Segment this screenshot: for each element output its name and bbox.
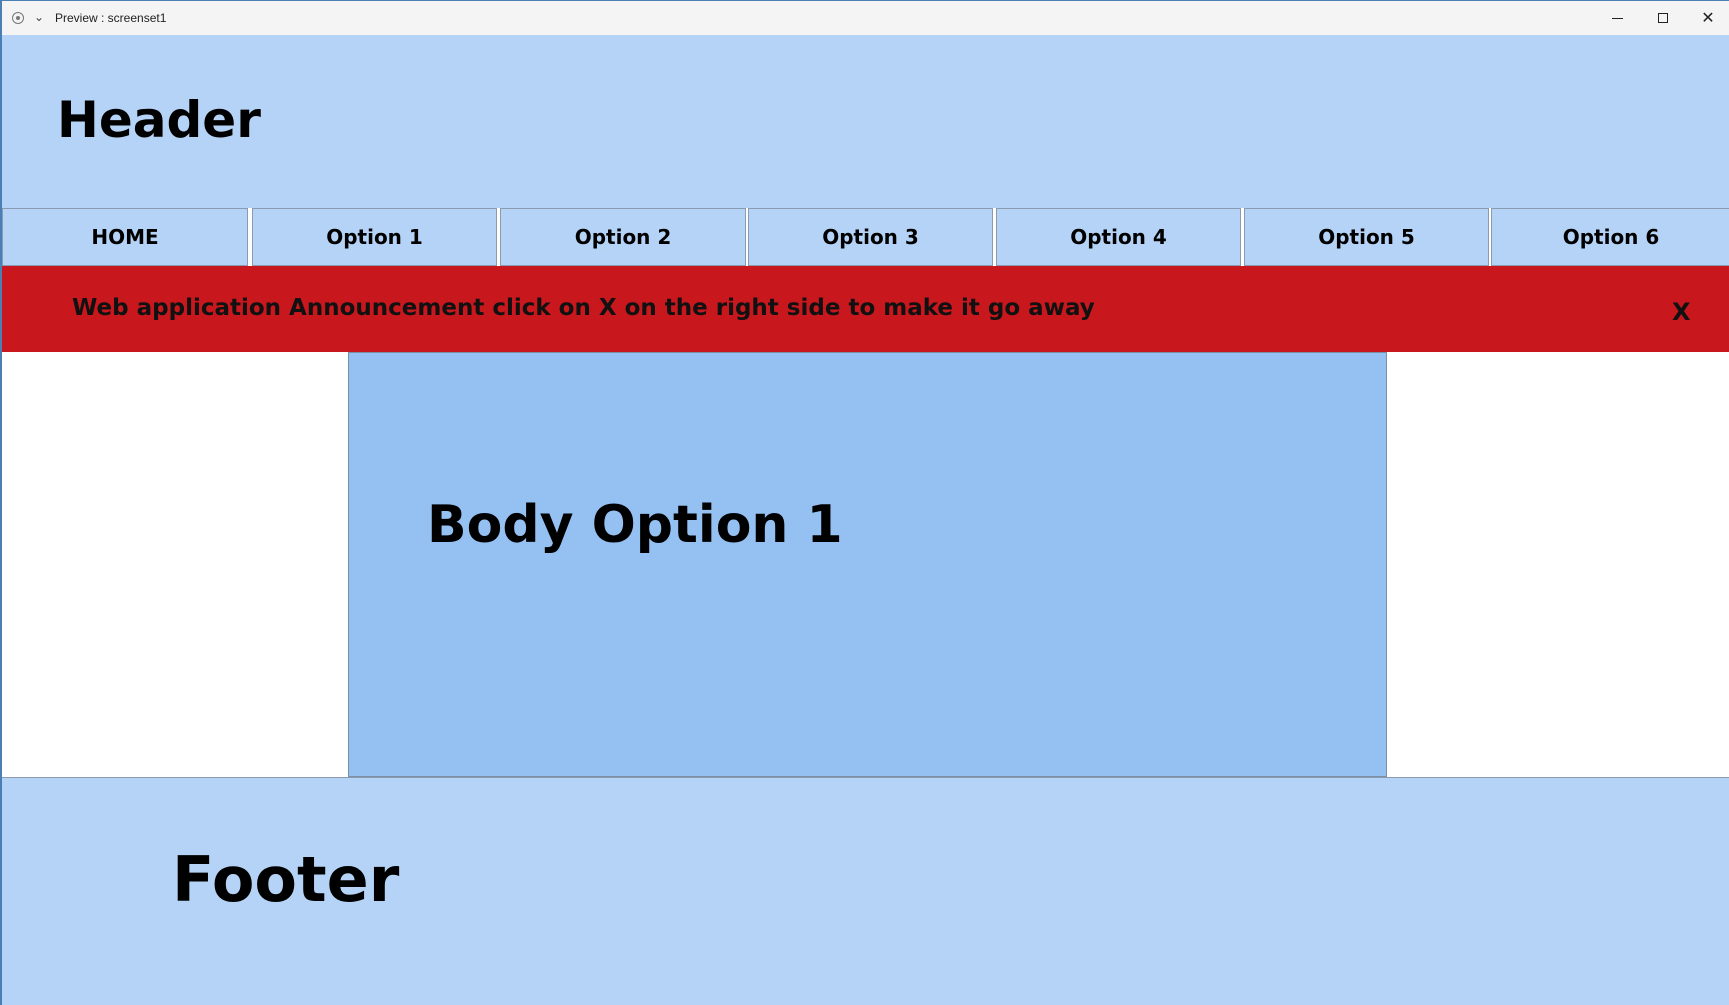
close-window-button[interactable]: ✕ — [1685, 1, 1729, 35]
record-icon[interactable] — [12, 12, 24, 24]
window-title: Preview : screenset1 — [55, 11, 167, 25]
body-panel: Body Option 1 — [348, 352, 1387, 777]
app-window: ⌄ Preview : screenset1 ✕ Header HOME Opt… — [0, 0, 1729, 1005]
maximize-icon — [1658, 13, 1668, 23]
footer-title: Footer — [172, 843, 400, 916]
title-bar: ⌄ Preview : screenset1 ✕ — [2, 1, 1729, 36]
body-title: Body Option 1 — [427, 495, 843, 555]
chevron-down-icon[interactable]: ⌄ — [34, 9, 44, 25]
nav-item-home[interactable]: HOME — [2, 208, 248, 266]
nav-item-option-3[interactable]: Option 3 — [748, 208, 993, 266]
announcement-text: Web application Announcement click on X … — [72, 295, 1095, 321]
nav-item-option-5[interactable]: Option 5 — [1244, 208, 1489, 266]
close-icon: ✕ — [1701, 8, 1715, 27]
page-header: Header — [2, 35, 1729, 208]
announcement-banner: Web application Announcement click on X … — [2, 266, 1729, 352]
nav-item-option-2[interactable]: Option 2 — [500, 208, 746, 266]
nav-item-option-6[interactable]: Option 6 — [1491, 208, 1729, 266]
main-content: Body Option 1 — [2, 352, 1729, 777]
maximize-button[interactable] — [1640, 1, 1686, 35]
page-footer: Footer — [2, 777, 1729, 1005]
minimize-button[interactable] — [1594, 1, 1640, 35]
nav-bar: HOME Option 1 Option 2 Option 3 Option 4… — [2, 208, 1729, 266]
nav-item-option-1[interactable]: Option 1 — [252, 208, 497, 266]
announcement-close-button[interactable]: X — [1672, 297, 1691, 327]
nav-item-option-4[interactable]: Option 4 — [996, 208, 1241, 266]
header-title: Header — [57, 91, 261, 149]
minimize-icon — [1611, 17, 1623, 19]
